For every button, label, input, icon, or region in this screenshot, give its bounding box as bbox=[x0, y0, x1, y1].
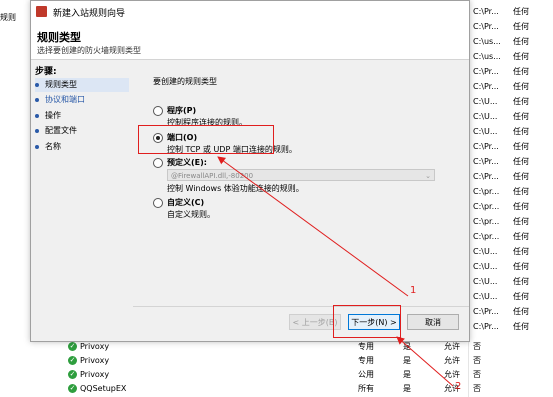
annotation-arrows bbox=[217, 156, 454, 387]
arrow-2 bbox=[396, 336, 454, 387]
arrow-1 bbox=[217, 156, 409, 297]
